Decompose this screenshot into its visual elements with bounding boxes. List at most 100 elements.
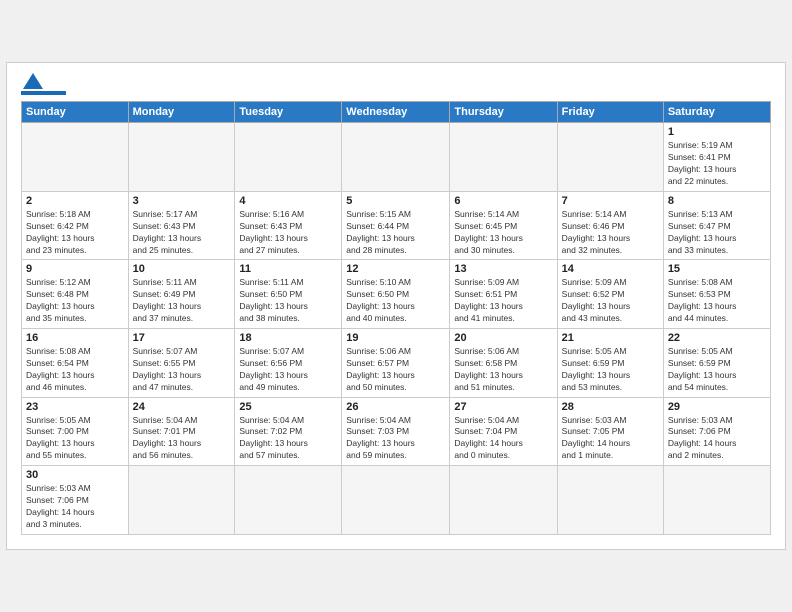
calendar-cell bbox=[342, 123, 450, 192]
day-number: 16 bbox=[26, 332, 124, 344]
cell-info: Sunrise: 5:15 AM Sunset: 6:44 PM Dayligh… bbox=[346, 209, 445, 257]
calendar-cell bbox=[235, 123, 342, 192]
day-number: 10 bbox=[133, 263, 231, 275]
calendar-cell bbox=[557, 123, 663, 192]
weekday-header-cell: Saturday bbox=[663, 102, 770, 123]
cell-info: Sunrise: 5:11 AM Sunset: 6:50 PM Dayligh… bbox=[239, 277, 337, 325]
calendar-cell bbox=[342, 466, 450, 535]
calendar-cell: 16 Sunrise: 5:08 AM Sunset: 6:54 PM Dayli… bbox=[22, 329, 129, 398]
calendar-table: SundayMondayTuesdayWednesdayThursdayFrid… bbox=[21, 101, 771, 534]
cell-info: Sunrise: 5:07 AM Sunset: 6:55 PM Dayligh… bbox=[133, 346, 231, 394]
calendar-week-row: 16 Sunrise: 5:08 AM Sunset: 6:54 PM Dayli… bbox=[22, 329, 771, 398]
calendar-cell bbox=[450, 123, 557, 192]
calendar-cell bbox=[22, 123, 129, 192]
day-number: 5 bbox=[346, 195, 445, 207]
day-number: 6 bbox=[454, 195, 552, 207]
logo-blue-bar bbox=[21, 91, 66, 95]
day-number: 22 bbox=[668, 332, 766, 344]
cell-info: Sunrise: 5:08 AM Sunset: 6:53 PM Dayligh… bbox=[668, 277, 766, 325]
weekday-header-cell: Thursday bbox=[450, 102, 557, 123]
calendar-week-row: 30 Sunrise: 5:03 AM Sunset: 7:06 PM Dayli… bbox=[22, 466, 771, 535]
day-number: 2 bbox=[26, 195, 124, 207]
cell-info: Sunrise: 5:05 AM Sunset: 6:59 PM Dayligh… bbox=[562, 346, 659, 394]
calendar-cell bbox=[128, 466, 235, 535]
cell-info: Sunrise: 5:07 AM Sunset: 6:56 PM Dayligh… bbox=[239, 346, 337, 394]
cell-info: Sunrise: 5:14 AM Sunset: 6:45 PM Dayligh… bbox=[454, 209, 552, 257]
day-number: 21 bbox=[562, 332, 659, 344]
day-number: 1 bbox=[668, 126, 766, 138]
day-number: 25 bbox=[239, 401, 337, 413]
header-section bbox=[21, 73, 771, 95]
calendar-cell: 9 Sunrise: 5:12 AM Sunset: 6:48 PM Daylig… bbox=[22, 260, 129, 329]
cell-info: Sunrise: 5:16 AM Sunset: 6:43 PM Dayligh… bbox=[239, 209, 337, 257]
calendar-cell: 30 Sunrise: 5:03 AM Sunset: 7:06 PM Dayli… bbox=[22, 466, 129, 535]
cell-info: Sunrise: 5:04 AM Sunset: 7:03 PM Dayligh… bbox=[346, 415, 445, 463]
calendar-cell: 11 Sunrise: 5:11 AM Sunset: 6:50 PM Dayli… bbox=[235, 260, 342, 329]
cell-info: Sunrise: 5:12 AM Sunset: 6:48 PM Dayligh… bbox=[26, 277, 124, 325]
cell-info: Sunrise: 5:03 AM Sunset: 7:06 PM Dayligh… bbox=[668, 415, 766, 463]
weekday-header-row: SundayMondayTuesdayWednesdayThursdayFrid… bbox=[22, 102, 771, 123]
calendar-cell bbox=[450, 466, 557, 535]
calendar-week-row: 1 Sunrise: 5:19 AM Sunset: 6:41 PM Daylig… bbox=[22, 123, 771, 192]
weekday-header-cell: Sunday bbox=[22, 102, 129, 123]
cell-info: Sunrise: 5:03 AM Sunset: 7:06 PM Dayligh… bbox=[26, 483, 124, 531]
calendar-cell: 14Sunrise: 5:09 AM Sunset: 6:52 PM Dayli… bbox=[557, 260, 663, 329]
cell-info: Sunrise: 5:18 AM Sunset: 6:42 PM Dayligh… bbox=[26, 209, 124, 257]
cell-info: Sunrise: 5:04 AM Sunset: 7:04 PM Dayligh… bbox=[454, 415, 552, 463]
calendar-cell: 17 Sunrise: 5:07 AM Sunset: 6:55 PM Dayli… bbox=[128, 329, 235, 398]
calendar-cell bbox=[557, 466, 663, 535]
cell-info: Sunrise: 5:19 AM Sunset: 6:41 PM Dayligh… bbox=[668, 140, 766, 188]
calendar-cell: 10 Sunrise: 5:11 AM Sunset: 6:49 PM Dayli… bbox=[128, 260, 235, 329]
day-number: 23 bbox=[26, 401, 124, 413]
weekday-header-cell: Tuesday bbox=[235, 102, 342, 123]
calendar-cell bbox=[663, 466, 770, 535]
weekday-header-cell: Wednesday bbox=[342, 102, 450, 123]
calendar-cell: 7Sunrise: 5:14 AM Sunset: 6:46 PM Daylig… bbox=[557, 191, 663, 260]
day-number: 24 bbox=[133, 401, 231, 413]
day-number: 18 bbox=[239, 332, 337, 344]
cell-info: Sunrise: 5:10 AM Sunset: 6:50 PM Dayligh… bbox=[346, 277, 445, 325]
cell-info: Sunrise: 5:11 AM Sunset: 6:49 PM Dayligh… bbox=[133, 277, 231, 325]
day-number: 12 bbox=[346, 263, 445, 275]
calendar-cell: 6 Sunrise: 5:14 AM Sunset: 6:45 PM Daylig… bbox=[450, 191, 557, 260]
calendar-cell: 1 Sunrise: 5:19 AM Sunset: 6:41 PM Daylig… bbox=[663, 123, 770, 192]
cell-info: Sunrise: 5:04 AM Sunset: 7:02 PM Dayligh… bbox=[239, 415, 337, 463]
calendar-cell: 2 Sunrise: 5:18 AM Sunset: 6:42 PM Daylig… bbox=[22, 191, 129, 260]
weekday-header-cell: Friday bbox=[557, 102, 663, 123]
day-number: 20 bbox=[454, 332, 552, 344]
calendar-cell: 28Sunrise: 5:03 AM Sunset: 7:05 PM Dayli… bbox=[557, 397, 663, 466]
calendar-cell: 8 Sunrise: 5:13 AM Sunset: 6:47 PM Daylig… bbox=[663, 191, 770, 260]
cell-info: Sunrise: 5:13 AM Sunset: 6:47 PM Dayligh… bbox=[668, 209, 766, 257]
cell-info: Sunrise: 5:04 AM Sunset: 7:01 PM Dayligh… bbox=[133, 415, 231, 463]
calendar-week-row: 23Sunrise: 5:05 AM Sunset: 7:00 PM Dayli… bbox=[22, 397, 771, 466]
calendar-cell: 21 Sunrise: 5:05 AM Sunset: 6:59 PM Dayli… bbox=[557, 329, 663, 398]
logo-triangle bbox=[23, 73, 43, 89]
day-number: 3 bbox=[133, 195, 231, 207]
calendar-cell: 4Sunrise: 5:16 AM Sunset: 6:43 PM Daylig… bbox=[235, 191, 342, 260]
calendar-cell: 22Sunrise: 5:05 AM Sunset: 6:59 PM Dayli… bbox=[663, 329, 770, 398]
day-number: 26 bbox=[346, 401, 445, 413]
day-number: 13 bbox=[454, 263, 552, 275]
weekday-header-cell: Monday bbox=[128, 102, 235, 123]
day-number: 14 bbox=[562, 263, 659, 275]
calendar-cell: 23Sunrise: 5:05 AM Sunset: 7:00 PM Dayli… bbox=[22, 397, 129, 466]
cell-info: Sunrise: 5:08 AM Sunset: 6:54 PM Dayligh… bbox=[26, 346, 124, 394]
calendar-cell: 26 Sunrise: 5:04 AM Sunset: 7:03 PM Dayli… bbox=[342, 397, 450, 466]
calendar-cell: 12 Sunrise: 5:10 AM Sunset: 6:50 PM Dayli… bbox=[342, 260, 450, 329]
calendar-week-row: 9 Sunrise: 5:12 AM Sunset: 6:48 PM Daylig… bbox=[22, 260, 771, 329]
calendar-cell: 5 Sunrise: 5:15 AM Sunset: 6:44 PM Daylig… bbox=[342, 191, 450, 260]
calendar-cell: 24 Sunrise: 5:04 AM Sunset: 7:01 PM Dayli… bbox=[128, 397, 235, 466]
calendar-cell: 15Sunrise: 5:08 AM Sunset: 6:53 PM Dayli… bbox=[663, 260, 770, 329]
day-number: 9 bbox=[26, 263, 124, 275]
calendar-cell: 13Sunrise: 5:09 AM Sunset: 6:51 PM Dayli… bbox=[450, 260, 557, 329]
logo bbox=[21, 73, 66, 95]
calendar-cell: 25 Sunrise: 5:04 AM Sunset: 7:02 PM Dayli… bbox=[235, 397, 342, 466]
day-number: 7 bbox=[562, 195, 659, 207]
calendar-cell: 19Sunrise: 5:06 AM Sunset: 6:57 PM Dayli… bbox=[342, 329, 450, 398]
day-number: 17 bbox=[133, 332, 231, 344]
day-number: 8 bbox=[668, 195, 766, 207]
cell-info: Sunrise: 5:17 AM Sunset: 6:43 PM Dayligh… bbox=[133, 209, 231, 257]
day-number: 30 bbox=[26, 469, 124, 481]
day-number: 19 bbox=[346, 332, 445, 344]
day-number: 11 bbox=[239, 263, 337, 275]
